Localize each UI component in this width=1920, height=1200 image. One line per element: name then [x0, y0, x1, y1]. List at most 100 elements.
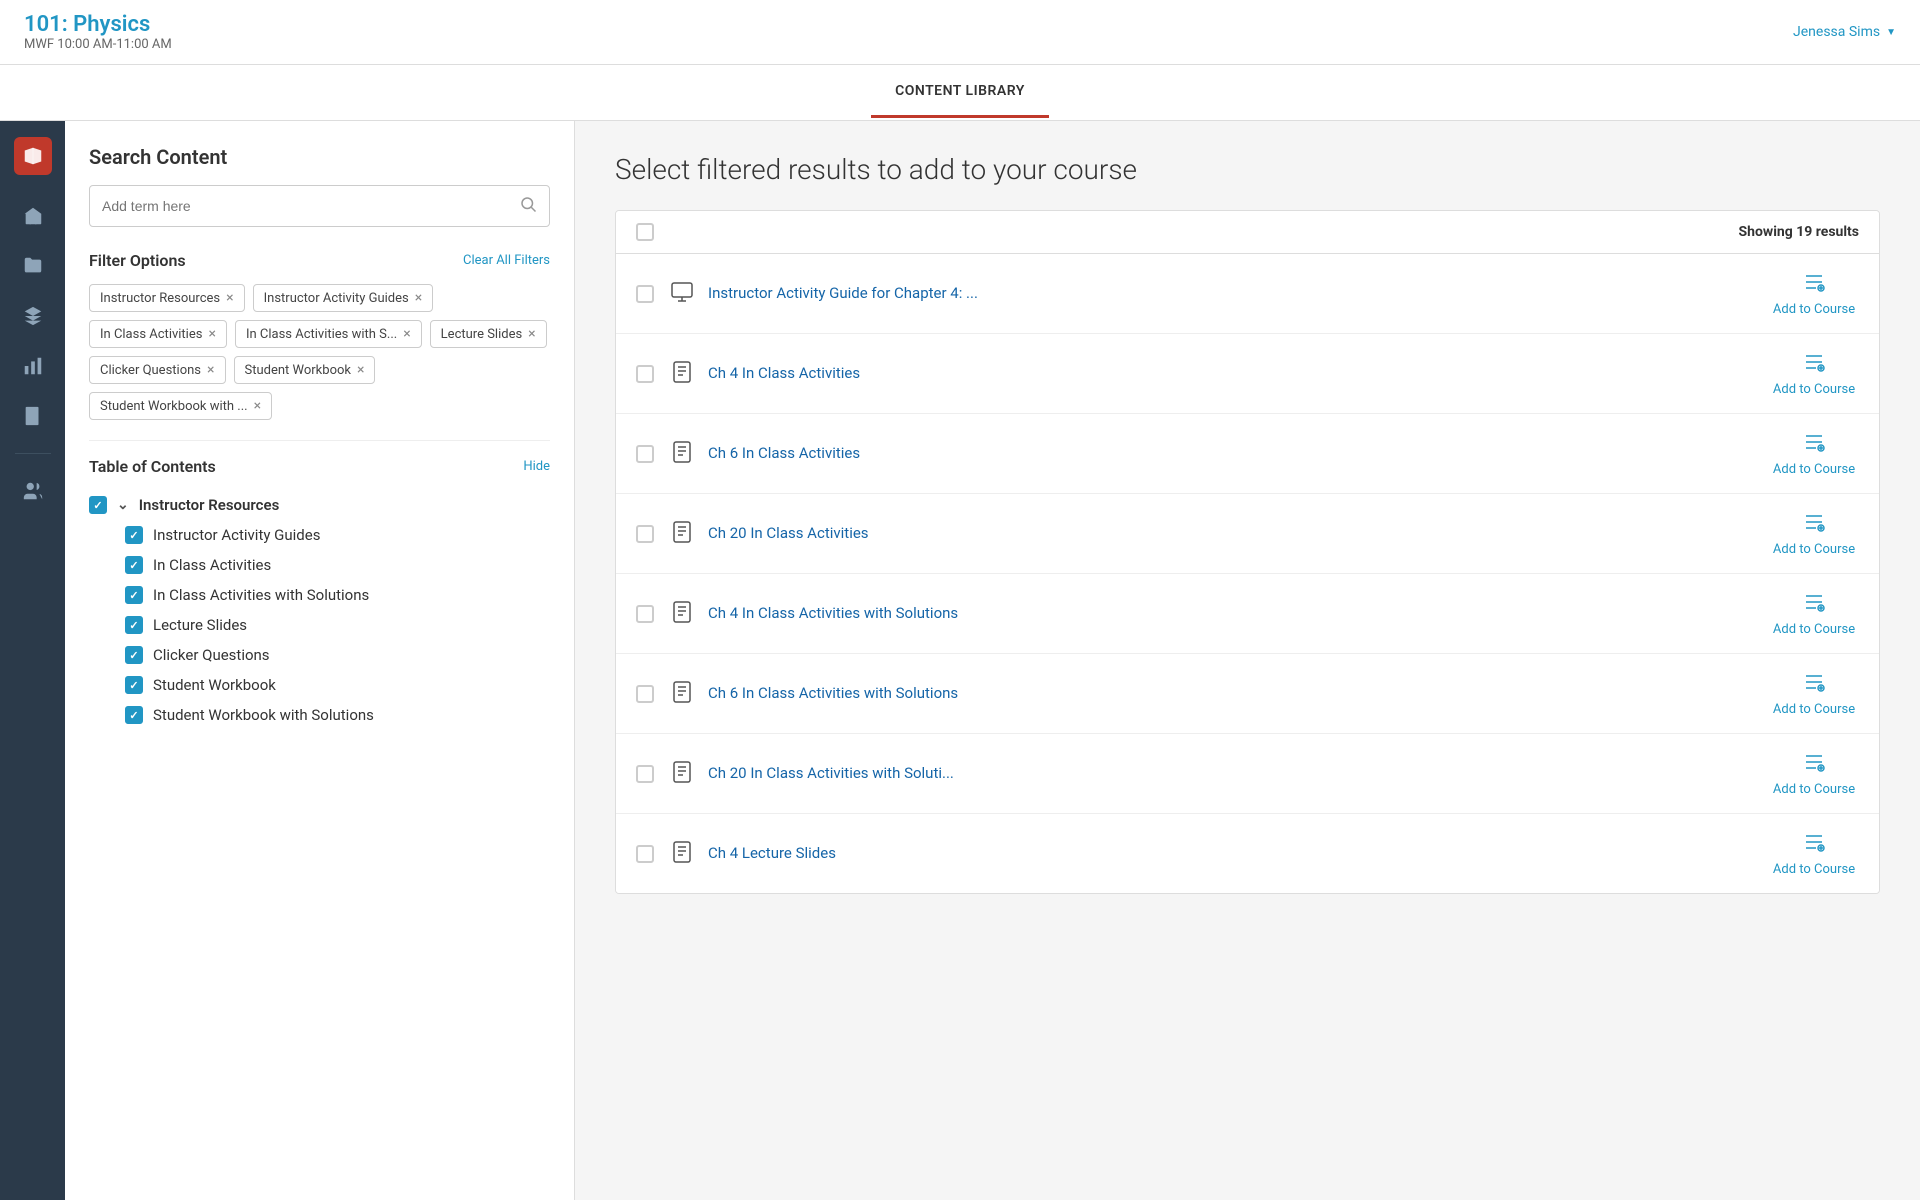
- row-checkbox-5[interactable]: [636, 605, 654, 623]
- users-icon: [22, 480, 44, 502]
- filter-tag-instructor-resources[interactable]: Instructor Resources ×: [89, 284, 245, 312]
- remove-tag-icon[interactable]: ×: [207, 362, 214, 378]
- row-checkbox-4[interactable]: [636, 525, 654, 543]
- result-title-2: Ch 4 In Class Activities: [708, 363, 1749, 384]
- toc-checkbox-clicker-questions[interactable]: [125, 646, 143, 664]
- toc-checkbox-in-class-activities[interactable]: [125, 556, 143, 574]
- add-label: Add to Course: [1773, 862, 1855, 877]
- toc-item-student-workbook-solutions[interactable]: Student Workbook with Solutions: [89, 700, 550, 730]
- add-to-course-button-4[interactable]: Add to Course: [1769, 510, 1859, 557]
- row-checkbox-3[interactable]: [636, 445, 654, 463]
- toc-checkbox-instructor-activity-guides[interactable]: [125, 526, 143, 544]
- row-checkbox-1[interactable]: [636, 285, 654, 303]
- add-to-course-button-1[interactable]: Add to Course: [1769, 270, 1859, 317]
- layers-icon: [22, 305, 44, 327]
- row-checkbox-6[interactable]: [636, 685, 654, 703]
- add-label: Add to Course: [1773, 302, 1855, 317]
- results-table-header: Showing 19 results: [616, 211, 1879, 254]
- toc-label-clicker-questions: Clicker Questions: [153, 646, 270, 664]
- toc-header: Table of Contents Hide: [89, 440, 550, 476]
- filter-options-title: Filter Options: [89, 251, 186, 270]
- tab-bar: CONTENT LIBRARY: [0, 65, 1920, 121]
- add-to-course-button-8[interactable]: Add to Course: [1769, 830, 1859, 877]
- result-row: Ch 4 In Class Activities Add to Course: [616, 334, 1879, 414]
- nav-notebook[interactable]: [12, 395, 54, 437]
- toc-item-in-class-activities[interactable]: In Class Activities: [89, 550, 550, 580]
- app-logo[interactable]: [14, 137, 52, 175]
- filter-tag-clicker-questions[interactable]: Clicker Questions ×: [89, 356, 226, 384]
- result-title-5: Ch 4 In Class Activities with Solutions: [708, 603, 1749, 624]
- nav-divider: [15, 453, 51, 454]
- toc-item-clicker-questions[interactable]: Clicker Questions: [89, 640, 550, 670]
- add-icon: [1802, 590, 1826, 618]
- course-info: 101: Physics MWF 10:00 AM-11:00 AM: [24, 12, 172, 52]
- filter-tag-in-class-activities[interactable]: In Class Activities ×: [89, 320, 227, 348]
- remove-tag-icon[interactable]: ×: [528, 326, 535, 342]
- filter-tag-student-workbook[interactable]: Student Workbook ×: [234, 356, 376, 384]
- remove-tag-icon[interactable]: ×: [226, 290, 233, 306]
- remove-tag-icon[interactable]: ×: [415, 290, 422, 306]
- toc-item-lecture-slides[interactable]: Lecture Slides: [89, 610, 550, 640]
- add-to-course-button-7[interactable]: Add to Course: [1769, 750, 1859, 797]
- document-icon: [670, 680, 694, 708]
- nav-chart[interactable]: [12, 345, 54, 387]
- add-icon: [1802, 430, 1826, 458]
- toc-item-instructor-activity-guides[interactable]: Instructor Activity Guides: [89, 520, 550, 550]
- toc-checkbox-lecture-slides[interactable]: [125, 616, 143, 634]
- toc-item-in-class-solutions[interactable]: In Class Activities with Solutions: [89, 580, 550, 610]
- remove-tag-icon[interactable]: ×: [208, 326, 215, 342]
- result-title-3: Ch 6 In Class Activities: [708, 443, 1749, 464]
- toc-checkbox-instructor-resources[interactable]: [89, 496, 107, 514]
- nav-layers[interactable]: [12, 295, 54, 337]
- toc-checkbox-student-workbook[interactable]: [125, 676, 143, 694]
- document-icon: [670, 600, 694, 628]
- remove-tag-icon[interactable]: ×: [254, 398, 261, 414]
- add-to-course-button-3[interactable]: Add to Course: [1769, 430, 1859, 477]
- row-checkbox-8[interactable]: [636, 845, 654, 863]
- add-icon: [1802, 670, 1826, 698]
- select-all-checkbox[interactable]: [636, 223, 654, 241]
- nav-users[interactable]: [12, 470, 54, 512]
- filter-panel: Search Content Filter Options Clear All …: [65, 121, 575, 1200]
- chevron-down-icon: ▼: [1886, 27, 1896, 38]
- toc-item-student-workbook[interactable]: Student Workbook: [89, 670, 550, 700]
- add-to-course-button-2[interactable]: Add to Course: [1769, 350, 1859, 397]
- toc-checkbox-in-class-solutions[interactable]: [125, 586, 143, 604]
- clear-filters-button[interactable]: Clear All Filters: [463, 253, 550, 268]
- toc-title: Table of Contents: [89, 457, 216, 476]
- toc-label-student-workbook: Student Workbook: [153, 676, 276, 694]
- search-box[interactable]: [89, 185, 550, 227]
- top-header: 101: Physics MWF 10:00 AM-11:00 AM Jenes…: [0, 0, 1920, 65]
- filter-tag-lecture-slides[interactable]: Lecture Slides ×: [430, 320, 547, 348]
- row-checkbox-7[interactable]: [636, 765, 654, 783]
- add-icon: [1802, 350, 1826, 378]
- result-row: Ch 6 In Class Activities with Solutions …: [616, 654, 1879, 734]
- result-title-4: Ch 20 In Class Activities: [708, 523, 1749, 544]
- document-icon: [670, 840, 694, 868]
- toc-hide-button[interactable]: Hide: [523, 459, 550, 474]
- add-to-course-button-6[interactable]: Add to Course: [1769, 670, 1859, 717]
- results-heading: Select filtered results to add to your c…: [615, 153, 1880, 186]
- toc-label-student-workbook-solutions: Student Workbook with Solutions: [153, 706, 374, 724]
- user-menu[interactable]: Jenessa Sims ▼: [1793, 24, 1896, 40]
- result-title-6: Ch 6 In Class Activities with Solutions: [708, 683, 1749, 704]
- user-name: Jenessa Sims: [1793, 24, 1880, 40]
- select-all-checkbox-box[interactable]: [636, 223, 654, 241]
- add-label: Add to Course: [1773, 542, 1855, 557]
- filter-tag-instructor-activity-guides[interactable]: Instructor Activity Guides ×: [253, 284, 434, 312]
- results-panel: Select filtered results to add to your c…: [575, 121, 1920, 1200]
- remove-tag-icon[interactable]: ×: [357, 362, 364, 378]
- search-input[interactable]: [102, 198, 519, 214]
- content-panel: Search Content Filter Options Clear All …: [65, 121, 1920, 1200]
- nav-folder[interactable]: [12, 245, 54, 287]
- logo-icon: [22, 145, 44, 167]
- tab-content-library[interactable]: CONTENT LIBRARY: [871, 67, 1049, 118]
- toc-item-instructor-resources[interactable]: ⌄ Instructor Resources: [89, 490, 550, 520]
- remove-tag-icon[interactable]: ×: [403, 326, 410, 342]
- nav-home[interactable]: [12, 195, 54, 237]
- filter-tag-in-class-activities-solutions[interactable]: In Class Activities with S... ×: [235, 320, 422, 348]
- add-to-course-button-5[interactable]: Add to Course: [1769, 590, 1859, 637]
- row-checkbox-2[interactable]: [636, 365, 654, 383]
- filter-tag-student-workbook-solutions[interactable]: Student Workbook with ... ×: [89, 392, 272, 420]
- toc-checkbox-student-workbook-solutions[interactable]: [125, 706, 143, 724]
